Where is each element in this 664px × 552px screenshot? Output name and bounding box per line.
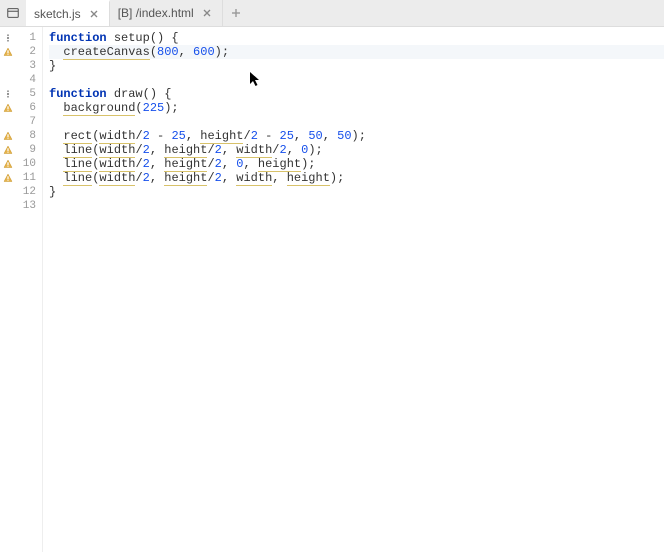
line-number: 5 (16, 87, 42, 101)
tab--b-index-html[interactable]: [B] /index.html (110, 0, 223, 26)
new-tab-button[interactable] (223, 0, 249, 26)
warning-icon (0, 157, 16, 171)
gutter-row: 7 (0, 115, 42, 129)
gutter-icon-empty (0, 73, 16, 87)
warning-icon (0, 171, 16, 185)
gutter-row: 11 (0, 171, 42, 185)
tab-label: [B] /index.html (118, 6, 194, 20)
warning-icon (0, 143, 16, 157)
tab-bar: sketch.js [B] /index.html (0, 0, 664, 27)
gutter-row: 6 (0, 101, 42, 115)
gutter-icon-empty (0, 59, 16, 73)
code-line[interactable] (49, 115, 664, 129)
gutter-icon-empty (0, 199, 16, 213)
code-area[interactable]: function setup() { createCanvas(800, 600… (43, 27, 664, 552)
code-line[interactable]: } (49, 185, 664, 199)
code-line[interactable]: rect(width/2 - 25, height/2 - 25, 50, 50… (49, 129, 664, 143)
project-icon[interactable] (0, 0, 26, 26)
line-number: 9 (16, 143, 42, 157)
code-line[interactable]: function draw() { (49, 87, 664, 101)
tab-label: sketch.js (34, 7, 81, 21)
tab-sketch-js[interactable]: sketch.js (26, 0, 110, 26)
code-line[interactable]: } (49, 59, 664, 73)
gutter-icon-empty (0, 115, 16, 129)
line-number: 12 (16, 185, 42, 199)
line-number: 8 (16, 129, 42, 143)
line-number: 6 (16, 101, 42, 115)
line-number: 4 (16, 73, 42, 87)
gutter-row: 3 (0, 59, 42, 73)
line-number: 3 (16, 59, 42, 73)
warning-icon (0, 101, 16, 115)
gutter-row: 5 (0, 87, 42, 101)
code-line[interactable]: function setup() { (49, 31, 664, 45)
gutter-row: 1 (0, 31, 42, 45)
code-line[interactable]: line(width/2, height/2, 0, height); (49, 157, 664, 171)
info-icon (0, 31, 16, 45)
gutter-row: 10 (0, 157, 42, 171)
close-icon[interactable] (87, 7, 101, 21)
code-line[interactable]: line(width/2, height/2, width/2, 0); (49, 143, 664, 157)
warning-icon (0, 129, 16, 143)
line-number: 2 (16, 45, 42, 59)
line-number: 1 (16, 31, 42, 45)
line-number: 11 (16, 171, 42, 185)
gutter: 12345678910111213 (0, 27, 43, 552)
warning-icon (0, 45, 16, 59)
gutter-row: 4 (0, 73, 42, 87)
info-icon (0, 87, 16, 101)
line-number: 13 (16, 199, 42, 213)
close-icon[interactable] (200, 6, 214, 20)
code-line[interactable]: line(width/2, height/2, width, height); (49, 171, 664, 185)
gutter-row: 13 (0, 199, 42, 213)
gutter-icon-empty (0, 185, 16, 199)
gutter-row: 9 (0, 143, 42, 157)
code-line[interactable] (49, 199, 664, 213)
gutter-row: 12 (0, 185, 42, 199)
code-line[interactable]: createCanvas(800, 600); (49, 45, 664, 59)
gutter-row: 2 (0, 45, 42, 59)
line-number: 7 (16, 115, 42, 129)
line-number: 10 (16, 157, 42, 171)
gutter-row: 8 (0, 129, 42, 143)
code-editor[interactable]: 12345678910111213 function setup() { cre… (0, 27, 664, 552)
code-line[interactable]: background(225); (49, 101, 664, 115)
code-line[interactable] (49, 73, 664, 87)
